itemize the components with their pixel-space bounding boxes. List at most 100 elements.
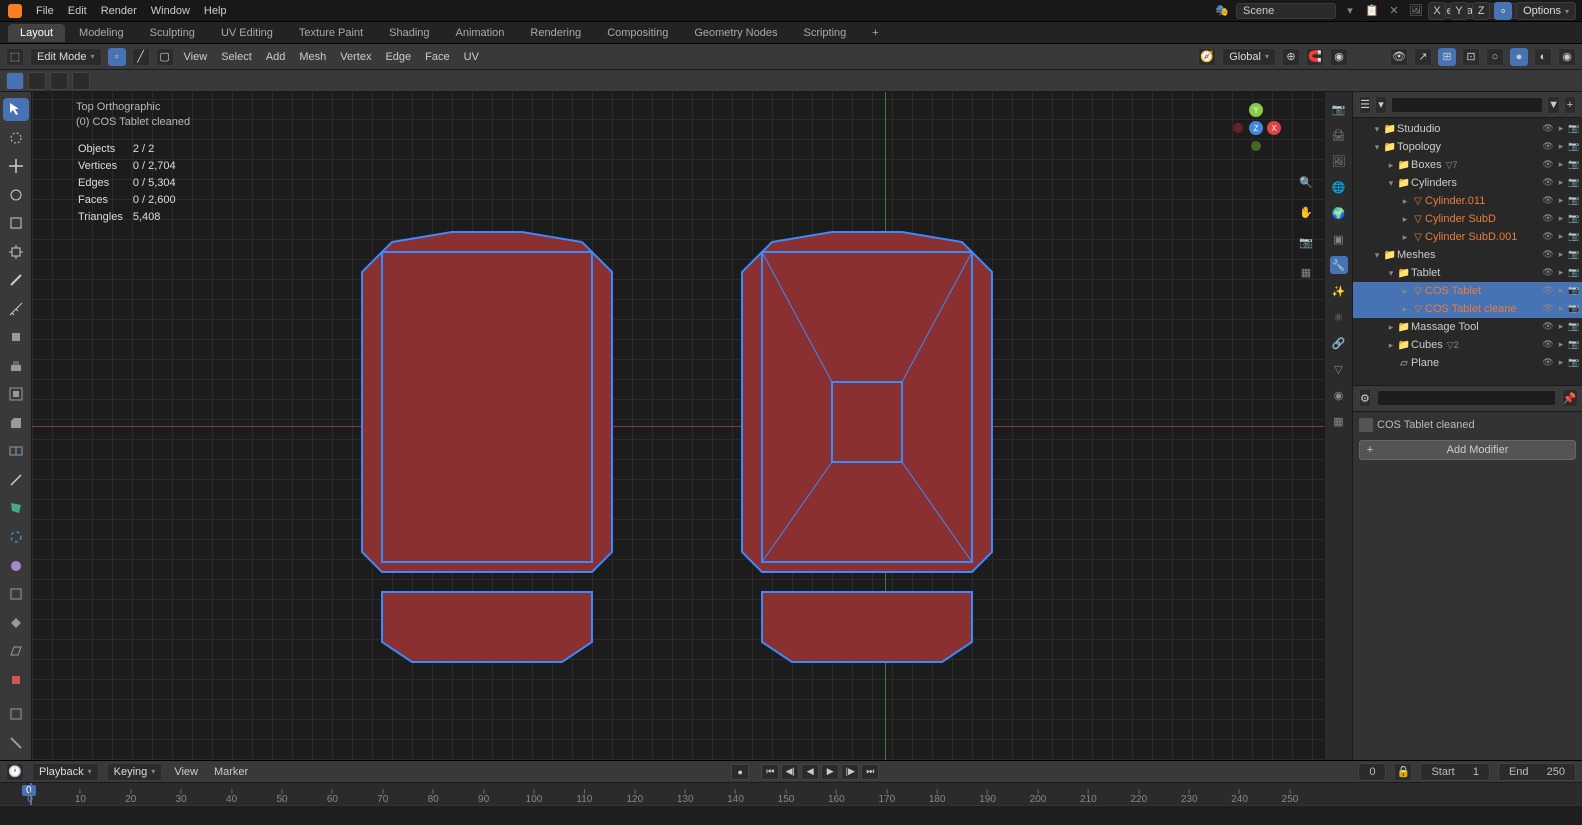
timeline-ruler[interactable]: 0102030405060708090100110120130140150160… <box>0 783 1582 805</box>
tool-edgeslide[interactable] <box>3 583 29 606</box>
mirror-x-icon[interactable]: X <box>1428 2 1446 20</box>
tab-compositing[interactable]: Compositing <box>595 24 680 42</box>
tab-geometry-nodes[interactable]: Geometry Nodes <box>682 24 789 42</box>
tool-measure[interactable] <box>3 298 29 321</box>
menu-add[interactable]: Add <box>262 51 290 63</box>
menu-file[interactable]: File <box>36 5 54 17</box>
shading-solid-icon[interactable]: ● <box>1510 48 1528 66</box>
outliner-row[interactable]: ▾📁Cylinders👁▸📷 <box>1353 174 1582 192</box>
select-vertex-icon[interactable]: ▫ <box>108 48 126 66</box>
tab-animation[interactable]: Animation <box>444 24 517 42</box>
overlay-toggle-icon[interactable]: ⊞ <box>1438 48 1456 66</box>
tab-viewlayer-icon[interactable]: 🖼 <box>1330 152 1348 170</box>
tool-move[interactable] <box>3 155 29 178</box>
tool-spin[interactable] <box>3 526 29 549</box>
tool-knife[interactable] <box>3 469 29 492</box>
lasso-select-icon[interactable] <box>50 72 68 90</box>
tool-shear[interactable] <box>3 640 29 663</box>
outliner-row[interactable]: ▸▽COS Tablet👁▸📷 <box>1353 282 1582 300</box>
nav-gizmo[interactable]: X Y Z <box>1228 100 1284 156</box>
menu-edit[interactable]: Edit <box>68 5 87 17</box>
tab-particles-icon[interactable]: ✨ <box>1330 282 1348 300</box>
props-search[interactable] <box>1377 390 1556 406</box>
shading-wire-icon[interactable]: ○ <box>1486 48 1504 66</box>
mirror-z-icon[interactable]: Z <box>1472 2 1490 20</box>
tool-addcube[interactable] <box>3 326 29 349</box>
outliner-row[interactable]: ▾📁Stududio👁▸📷 <box>1353 120 1582 138</box>
menu-render[interactable]: Render <box>101 5 137 17</box>
end-frame-field[interactable]: End 250 <box>1498 763 1576 781</box>
3d-viewport[interactable]: Top Orthographic (0) COS Tablet cleaned … <box>32 92 1324 760</box>
tab-modeling[interactable]: Modeling <box>67 24 136 42</box>
tool-inset[interactable] <box>3 383 29 406</box>
outliner-row[interactable]: ▸📁Boxes▽7👁▸📷 <box>1353 156 1582 174</box>
menu-mesh[interactable]: Mesh <box>295 51 330 63</box>
timeline-tracks[interactable] <box>0 805 1582 825</box>
tab-texture-icon[interactable]: ▦ <box>1330 412 1348 430</box>
mode-dropdown[interactable]: Edit Mode▾ <box>30 48 102 66</box>
add-modifier-button[interactable]: + Add Modifier <box>1359 440 1576 460</box>
menu-help[interactable]: Help <box>204 5 227 17</box>
tool-annotate[interactable] <box>3 269 29 292</box>
tab-scene-icon[interactable]: 🌐 <box>1330 178 1348 196</box>
tab-rendering[interactable]: Rendering <box>518 24 593 42</box>
props-type-icon[interactable]: ⚙ <box>1359 389 1371 407</box>
menu-view2[interactable]: View <box>180 51 212 63</box>
tab-uv-editing[interactable]: UV Editing <box>209 24 285 42</box>
tool-n1[interactable] <box>3 703 29 726</box>
props-pin-icon[interactable]: 📌 <box>1562 389 1578 407</box>
tab-material-icon[interactable]: ◉ <box>1330 386 1348 404</box>
tool-extrude[interactable] <box>3 355 29 378</box>
tool-shrink[interactable] <box>3 611 29 634</box>
outliner-row[interactable]: ▾📁Meshes👁▸📷 <box>1353 246 1582 264</box>
tab-output-icon[interactable]: 🖨 <box>1330 126 1348 144</box>
shading-rendered-icon[interactable]: ◉ <box>1558 48 1576 66</box>
tool-smooth[interactable] <box>3 554 29 577</box>
shading-matprev-icon[interactable]: ◐ <box>1534 48 1552 66</box>
tab-scripting[interactable]: Scripting <box>791 24 858 42</box>
orientation-dropdown[interactable]: Global▾ <box>1222 48 1276 66</box>
menu-select[interactable]: Select <box>217 51 256 63</box>
menu-edge[interactable]: Edge <box>381 51 415 63</box>
tool-rip[interactable] <box>3 668 29 691</box>
select-face-icon[interactable]: ▢ <box>156 48 174 66</box>
tweak-select-icon[interactable] <box>6 72 24 90</box>
tab-world-icon[interactable]: 🌍 <box>1330 204 1348 222</box>
menu-uv[interactable]: UV <box>460 51 483 63</box>
current-frame-field[interactable]: 0 <box>1358 763 1386 781</box>
camera-icon[interactable]: 📷 <box>1296 232 1316 252</box>
tool-transform[interactable] <box>3 241 29 264</box>
outliner-row[interactable]: ▾📁Tablet👁▸📷 <box>1353 264 1582 282</box>
tab-object-icon[interactable]: ▣ <box>1330 230 1348 248</box>
frame-lock-icon[interactable]: 🔒 <box>1394 763 1412 781</box>
tool-cursor[interactable] <box>3 127 29 150</box>
tab-render-icon[interactable]: 📷 <box>1330 100 1348 118</box>
scene-browse-icon[interactable]: ▾ <box>1342 3 1358 19</box>
blender-logo-icon[interactable] <box>8 4 22 18</box>
timeline-marker[interactable]: Marker <box>210 766 252 778</box>
autokey-icon[interactable]: ● <box>731 764 749 780</box>
menu-face[interactable]: Face <box>421 51 453 63</box>
options-dropdown[interactable]: Options▾ <box>1516 2 1576 20</box>
tab-layout[interactable]: Layout <box>8 24 65 42</box>
tool-bevel[interactable] <box>3 412 29 435</box>
outliner-type-icon[interactable]: ☰ <box>1359 96 1371 114</box>
outliner-display-icon[interactable]: ▾ <box>1375 96 1387 114</box>
jump-start-icon[interactable]: ⏮ <box>761 764 779 780</box>
playback-dropdown[interactable]: Playback▾ <box>32 763 99 781</box>
tool-rotate[interactable] <box>3 184 29 207</box>
outliner-row[interactable]: ▸▽COS Tablet cleane👁▸📷 <box>1353 300 1582 318</box>
tool-polybuild[interactable] <box>3 497 29 520</box>
menu-vertex[interactable]: Vertex <box>336 51 375 63</box>
outliner-row[interactable]: ▸▽Cylinder SubD.001👁▸📷 <box>1353 228 1582 246</box>
start-frame-field[interactable]: Start 1 <box>1420 763 1489 781</box>
new-collection-icon[interactable]: + <box>1564 96 1576 114</box>
outliner-row[interactable]: ▾📁Topology👁▸📷 <box>1353 138 1582 156</box>
scene-del-icon[interactable]: ✕ <box>1386 3 1402 19</box>
snap-icon[interactable]: 🧲 <box>1306 48 1324 66</box>
automerge-icon[interactable]: ⚬ <box>1494 2 1512 20</box>
scene-input[interactable] <box>1236 3 1336 19</box>
outliner-row[interactable]: ▱Plane👁▸📷 <box>1353 354 1582 372</box>
pan-icon[interactable]: ✋ <box>1296 202 1316 222</box>
outliner-row[interactable]: ▸▽Cylinder.011👁▸📷 <box>1353 192 1582 210</box>
